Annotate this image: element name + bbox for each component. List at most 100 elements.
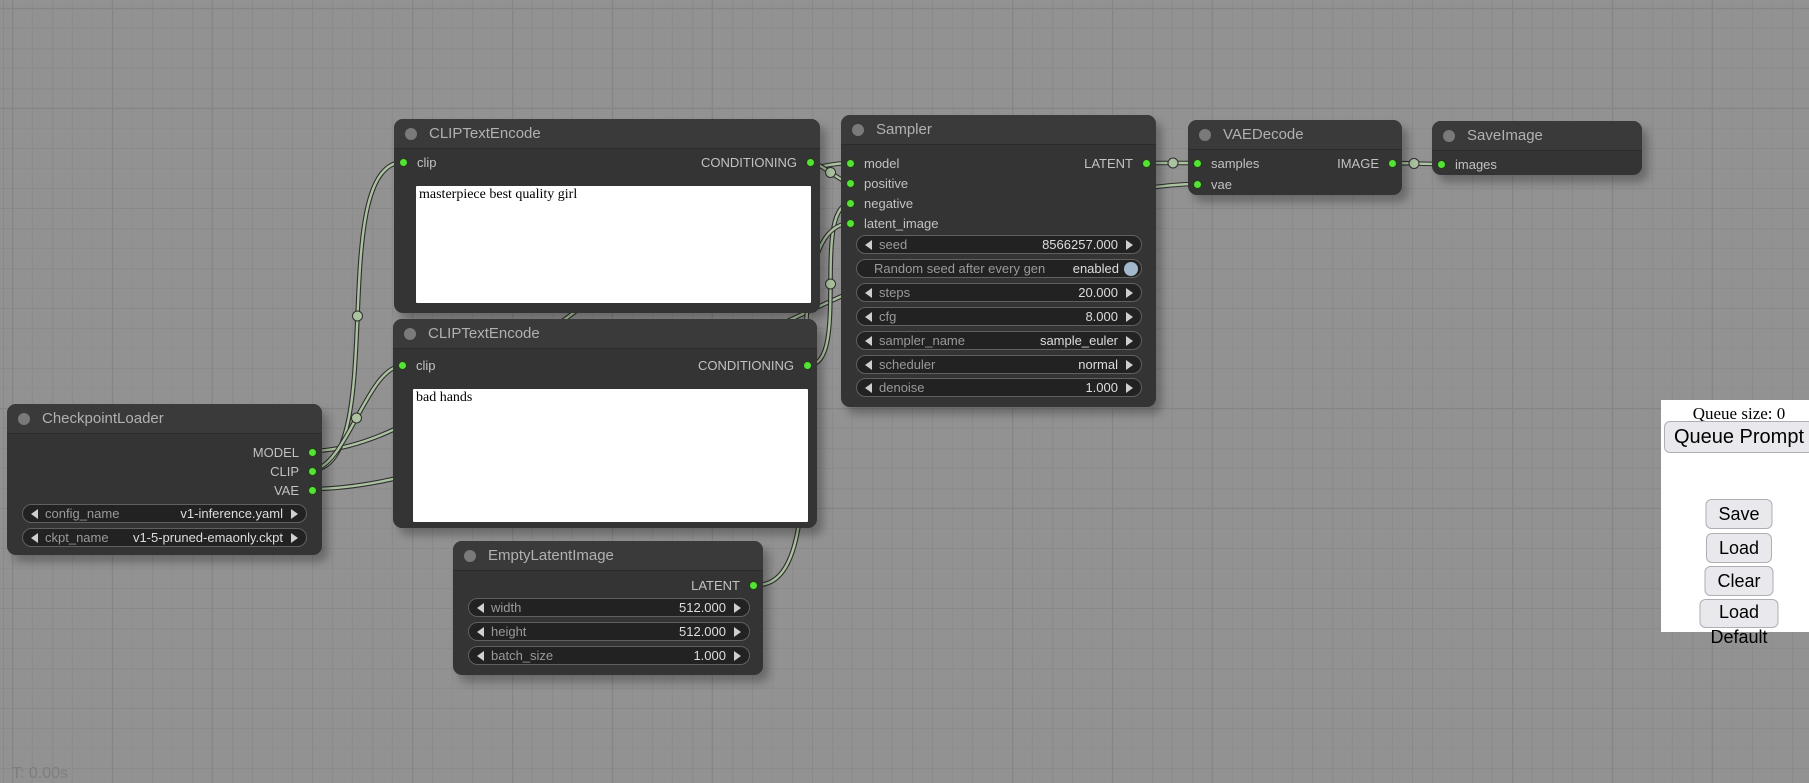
decrement-arrow-icon[interactable]	[865, 383, 872, 393]
output-dot-latent[interactable]	[1142, 159, 1151, 168]
output-dot-image[interactable]	[1388, 159, 1397, 168]
increment-arrow-icon[interactable]	[291, 533, 298, 543]
input-slot-model: model	[846, 153, 899, 173]
widget-ckpt-name[interactable]: ckpt_name v1-5-pruned-emaonly.ckpt	[22, 528, 307, 547]
decrement-arrow-icon[interactable]	[865, 336, 872, 346]
node-titlebar[interactable]: EmptyLatentImage	[453, 541, 763, 571]
save-button[interactable]: Save	[1705, 499, 1772, 529]
node-clip-text-encode-positive[interactable]: CLIPTextEncode clip CONDITIONING masterp…	[394, 119, 820, 313]
input-dot-model[interactable]	[846, 159, 855, 168]
increment-arrow-icon[interactable]	[1126, 336, 1133, 346]
decrement-arrow-icon[interactable]	[31, 533, 38, 543]
node-title-label: SaveImage	[1467, 127, 1543, 144]
input-slot-images: images	[1437, 154, 1497, 174]
output-slot-model: MODEL	[253, 442, 317, 462]
widget-seed[interactable]: seed 8566257.000	[856, 235, 1142, 254]
node-title-label: EmptyLatentImage	[488, 547, 614, 564]
widget-cfg[interactable]: cfg 8.000	[856, 307, 1142, 326]
load-button[interactable]: Load	[1706, 533, 1772, 563]
widget-denoise[interactable]: denoise 1.000	[856, 378, 1142, 397]
queue-prompt-button[interactable]: Queue Prompt	[1664, 421, 1809, 453]
node-checkpoint-loader[interactable]: CheckpointLoader MODEL CLIP VAE config_n…	[7, 404, 322, 555]
increment-arrow-icon[interactable]	[1126, 240, 1133, 250]
increment-arrow-icon[interactable]	[734, 603, 741, 613]
output-dot-clip[interactable]	[308, 467, 317, 476]
widget-sampler-name[interactable]: sampler_name sample_euler	[856, 331, 1142, 350]
decrement-arrow-icon[interactable]	[865, 288, 872, 298]
output-dot-conditioning[interactable]	[806, 158, 815, 167]
collapse-dot-icon[interactable]	[1443, 130, 1455, 142]
input-dot-samples[interactable]	[1193, 159, 1202, 168]
input-dot-clip[interactable]	[399, 158, 408, 167]
node-title-label: CLIPTextEncode	[428, 325, 540, 342]
increment-arrow-icon[interactable]	[1126, 360, 1133, 370]
input-dot-positive[interactable]	[846, 179, 855, 188]
node-titlebar[interactable]: Sampler	[841, 115, 1156, 145]
node-titlebar[interactable]: VAEDecode	[1188, 120, 1402, 150]
widget-scheduler[interactable]: scheduler normal	[856, 355, 1142, 374]
input-dot-vae[interactable]	[1193, 180, 1202, 189]
collapse-dot-icon[interactable]	[464, 550, 476, 562]
positive-prompt-textarea[interactable]: masterpiece best quality girl	[416, 186, 811, 303]
node-save-image[interactable]: SaveImage images	[1432, 121, 1642, 175]
input-slot-vae: vae	[1193, 174, 1232, 194]
output-slot-clip: CLIP	[270, 461, 317, 481]
decrement-arrow-icon[interactable]	[31, 509, 38, 519]
output-slot-vae: VAE	[274, 480, 317, 500]
decrement-arrow-icon[interactable]	[865, 240, 872, 250]
output-dot-conditioning[interactable]	[803, 361, 812, 370]
increment-arrow-icon[interactable]	[1126, 312, 1133, 322]
increment-arrow-icon[interactable]	[1126, 288, 1133, 298]
output-slot-conditioning: CONDITIONING	[701, 152, 815, 172]
node-titlebar[interactable]: CheckpointLoader	[7, 404, 322, 434]
decrement-arrow-icon[interactable]	[865, 360, 872, 370]
load-default-button[interactable]: Load Default	[1699, 599, 1778, 628]
random-seed-toggle[interactable]: Random seed after every gen enabled	[856, 259, 1142, 278]
input-dot-negative[interactable]	[846, 199, 855, 208]
clear-button[interactable]: Clear	[1704, 566, 1773, 596]
collapse-dot-icon[interactable]	[404, 328, 416, 340]
input-dot-images[interactable]	[1437, 160, 1446, 169]
node-title-label: CLIPTextEncode	[429, 125, 541, 142]
node-empty-latent-image[interactable]: EmptyLatentImage LATENT width 512.000 he…	[453, 541, 763, 675]
input-slot-clip: clip	[399, 152, 437, 172]
widget-width[interactable]: width 512.000	[468, 598, 750, 617]
increment-arrow-icon[interactable]	[734, 627, 741, 637]
increment-arrow-icon[interactable]	[291, 509, 298, 519]
collapse-dot-icon[interactable]	[405, 128, 417, 140]
output-dot-model[interactable]	[308, 448, 317, 457]
toggle-dot-icon[interactable]	[1124, 262, 1138, 276]
node-sampler[interactable]: Sampler model positive negative latent_i…	[841, 115, 1156, 407]
collapse-dot-icon[interactable]	[18, 413, 30, 425]
decrement-arrow-icon[interactable]	[865, 312, 872, 322]
node-vae-decode[interactable]: VAEDecode samples vae IMAGE	[1188, 120, 1402, 195]
input-slot-negative: negative	[846, 193, 913, 213]
output-dot-vae[interactable]	[308, 486, 317, 495]
link-clip-negative	[311, 366, 402, 470]
node-titlebar[interactable]: CLIPTextEncode	[394, 119, 820, 149]
increment-arrow-icon[interactable]	[1126, 383, 1133, 393]
output-slot-latent: LATENT	[691, 575, 758, 595]
input-dot-clip[interactable]	[398, 361, 407, 370]
widget-height[interactable]: height 512.000	[468, 622, 750, 641]
decrement-arrow-icon[interactable]	[477, 627, 484, 637]
negative-prompt-textarea[interactable]: bad hands	[413, 389, 808, 522]
node-titlebar[interactable]: CLIPTextEncode	[393, 319, 817, 349]
execution-timer-label: T: 0.00s	[12, 765, 68, 783]
widget-batch-size[interactable]: batch_size 1.000	[468, 646, 750, 665]
decrement-arrow-icon[interactable]	[477, 603, 484, 613]
node-clip-text-encode-negative[interactable]: CLIPTextEncode clip CONDITIONING bad han…	[393, 319, 817, 528]
collapse-dot-icon[interactable]	[852, 124, 864, 136]
widget-steps[interactable]: steps 20.000	[856, 283, 1142, 302]
collapse-dot-icon[interactable]	[1199, 129, 1211, 141]
widget-config-name[interactable]: config_name v1-inference.yaml	[22, 504, 307, 523]
node-title-label: Sampler	[876, 121, 932, 138]
input-dot-latent-image[interactable]	[846, 219, 855, 228]
input-slot-samples: samples	[1193, 153, 1259, 173]
node-title-label: VAEDecode	[1223, 126, 1304, 143]
output-dot-latent[interactable]	[749, 581, 758, 590]
node-titlebar[interactable]: SaveImage	[1432, 121, 1642, 151]
increment-arrow-icon[interactable]	[734, 651, 741, 661]
decrement-arrow-icon[interactable]	[477, 651, 484, 661]
output-slot-image: IMAGE	[1337, 153, 1397, 173]
